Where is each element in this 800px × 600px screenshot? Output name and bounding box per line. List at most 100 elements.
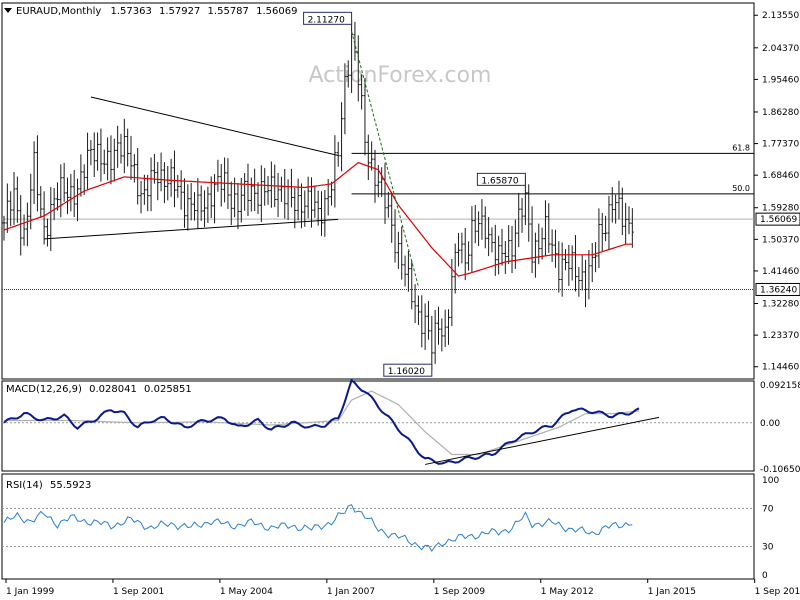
ohlc-bar [537,223,541,265]
ohlc-bar [580,254,584,291]
ohlc-bar [627,206,631,235]
fib-label: 61.8 [732,143,750,152]
ohlc-bar [109,135,113,185]
ohlc-bar [112,138,116,182]
ohlc-bar [62,162,66,202]
ohlc-bar [590,243,594,283]
ohlc-bar [510,225,514,274]
ohlc-bar [447,309,451,345]
ohlc-bar [607,195,611,251]
ohlc-bar [433,310,437,364]
ohlc-bar [136,148,140,205]
ohlc-bar [373,149,377,203]
ohlc-bar [162,162,166,204]
ohlc-bar [129,135,133,180]
ohlc-bar [106,137,110,181]
ohlc-bar [189,182,193,221]
ohlc-bar [249,177,253,212]
price-tick-label: 1.32280 [762,300,799,310]
callout-label: 1.65870 [481,176,518,186]
ohlc-bar [527,184,531,242]
ohlc-bar [313,185,317,218]
ohlc-close: 1.56069 [256,6,297,17]
ohlc-bar [89,140,93,166]
ohlc-bar [400,226,404,280]
ohlc-bar [366,134,370,181]
price-tick-label: 2.13550 [762,11,799,21]
time-tick-label: 1 Jan 1999 [6,587,54,597]
watermark: ActionForex.com [309,63,492,88]
ohlc-bar [96,132,100,171]
ohlc-bar [460,232,464,264]
ohlc-bar [380,167,384,197]
ohlc-bar [390,191,394,243]
triangle-lower-trendline [44,218,339,240]
ohlc-bar [330,181,334,206]
ohlc-bar [289,168,293,208]
ohlc-bar [309,177,313,228]
chart-panes [1,2,755,580]
ohlc-bar [323,189,327,237]
ohlc-bar [604,215,608,242]
rsi-tick-label: 0 [762,571,768,581]
macd-value: 0.028041 [89,384,137,395]
ohlc-bar [520,198,524,233]
time-tick-label: 1 Jan 2015 [648,587,696,597]
price-tick-label: 1.86280 [762,108,799,118]
ohlc-bar [396,231,400,269]
ohlc-bar [199,185,203,221]
ohlc-bar [126,128,130,167]
ohlc-bar [66,177,70,215]
ohlc-bar [517,192,521,248]
ohlc-bar [473,204,477,244]
ohlc-bar [223,157,227,203]
ohlc-bar [166,165,170,201]
price-axis: 2.13550 2.04370 1.95460 1.86280 1.77370 1.684… [754,11,799,373]
ohlc-bar [503,241,507,274]
ohlc-bar [413,284,417,324]
svg-text:RSI(14) 55.5923: RSI(14) 55.5923 [6,480,91,491]
ohlc-bar [132,154,136,183]
ohlc-bar [467,241,471,271]
ohlc-bar [550,229,554,262]
callout-label: 2.11270 [308,15,345,25]
last-price-label: 1.56069 [760,215,797,225]
ohlc-bar [617,180,621,220]
ohlc-bar [176,174,180,198]
ohlc-bar [560,242,564,297]
ohlc-bar [203,190,207,228]
support-label: 1.36240 [760,285,797,295]
rsi-tick-label: 100 [762,476,779,486]
price-tick-label: 1.95460 [762,75,799,85]
ohlc-bar [39,186,43,218]
ohlc-bar [193,192,197,221]
ohlc-bar [45,218,49,247]
ohlc-bar [497,235,501,275]
ohlc-bar [276,172,280,217]
macd-tick-label: 0.092158 [760,381,800,391]
ohlc-bar [86,132,90,190]
ohlc-bar [463,227,467,281]
dropdown-triangle-icon[interactable] [4,8,12,13]
ohlc-bar [624,202,628,244]
ohlc-bar [169,158,173,197]
time-tick-label: 1 Sep 2009 [434,587,486,597]
ohlc-bar [340,102,344,172]
time-tick-label: 1 Sep 2001 [113,587,164,597]
ohlc-bar [386,191,390,218]
ohlc-bar [236,182,240,230]
ohlc-bar [69,174,73,212]
fib-label: 50.0 [732,184,750,193]
callout-label: 1.16020 [388,367,425,377]
ohlc-bar [483,206,487,249]
ohlc-bar [206,186,210,223]
ohlc-bar [333,135,337,208]
macd-trendline [425,416,660,465]
ohlc-bar [219,164,223,207]
ohlc-bar [213,174,217,224]
price-chart: 1.56069 1.36240 61.8 50.0 ActionForex.com 2… [1,2,800,597]
time-tick-label: 1 May 2004 [220,587,273,597]
ohlc-bar [477,211,481,247]
rsi-tick-label: 30 [762,543,774,553]
svg-text:MACD(12,26,9) 0.028041: MACD(12,26,9) 0.028041 0.025851 [6,384,192,395]
